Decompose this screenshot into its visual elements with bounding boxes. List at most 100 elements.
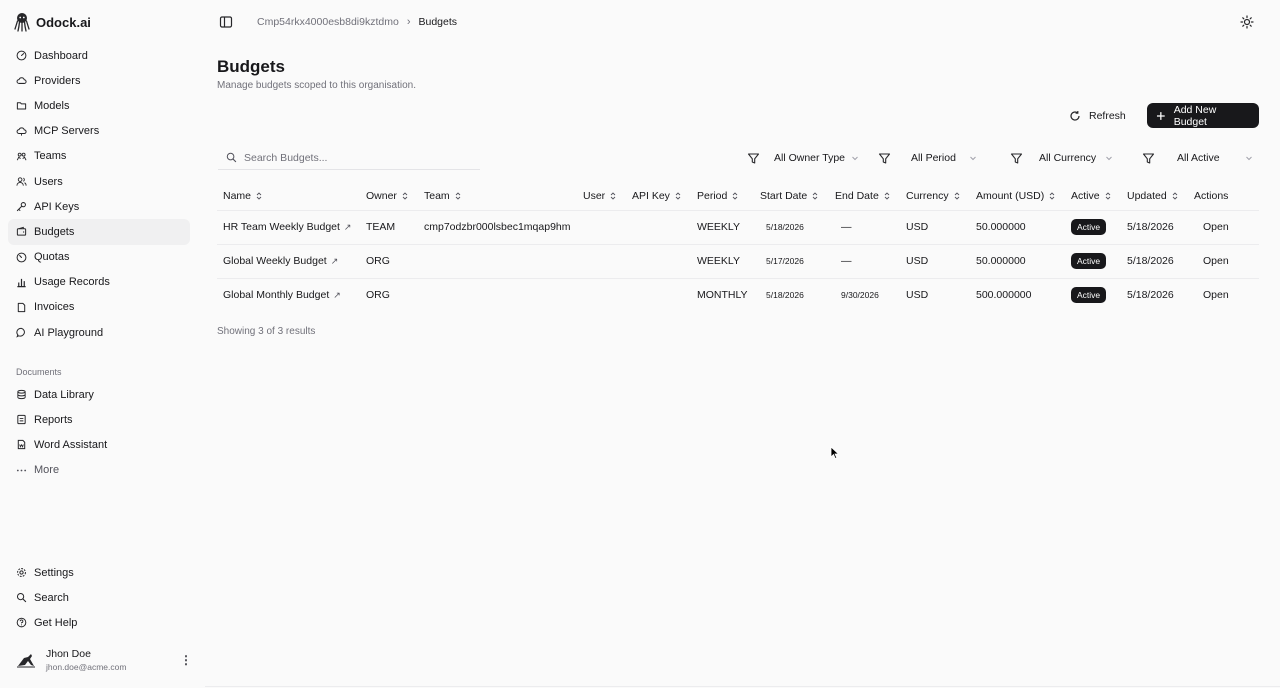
sidebar-item-invoices[interactable]: Invoices <box>8 295 190 320</box>
filter-icon <box>878 152 891 164</box>
filter-icon <box>747 152 760 164</box>
more-vertical-icon[interactable]: ⋮ <box>180 653 192 667</box>
sidebar-item-mcp-servers[interactable]: MCP Servers <box>8 119 190 144</box>
active-filter[interactable]: All Active <box>1142 148 1257 168</box>
refresh-icon <box>1070 110 1080 121</box>
sidebar-item-settings[interactable]: Settings <box>8 560 190 585</box>
sort-icon <box>1172 192 1178 201</box>
column-header-api-key[interactable]: API Key <box>626 183 691 210</box>
currency-value: All Currency <box>1039 152 1097 164</box>
column-header-user[interactable]: User <box>577 183 626 210</box>
column-header-actions: Actions <box>1194 190 1229 203</box>
sidebar-item-label: Invoices <box>34 301 75 314</box>
owner-type-select[interactable]: All Owner Type <box>770 152 863 164</box>
breadcrumb: Cmp54rkx4000esb8di9kztdmo › Budgets <box>257 16 457 28</box>
cell-period: WEEKLY <box>691 244 754 279</box>
mouse-cursor-icon <box>830 446 840 460</box>
cell-team: cmp7odzbr000lsbec1mqap9hm <box>418 210 577 245</box>
sun-icon[interactable] <box>1240 15 1254 29</box>
cell-user <box>577 278 626 312</box>
chevron-down-icon <box>1106 156 1112 161</box>
user-profile[interactable]: Jhon Doe jhon.doe@acme.com ⋮ <box>14 648 192 672</box>
sidebar-toggle-icon[interactable] <box>219 15 233 29</box>
currency-select[interactable]: All Currency <box>1033 152 1117 164</box>
column-header-period[interactable]: Period <box>691 183 754 210</box>
search-input[interactable] <box>244 151 464 164</box>
owner-type-filter[interactable]: All Owner Type <box>747 148 863 168</box>
sort-icon <box>402 192 408 201</box>
column-header-end-date[interactable]: End Date <box>829 183 900 210</box>
cloud-server-icon <box>16 126 27 137</box>
sidebar-item-label: MCP Servers <box>34 125 100 138</box>
footer-nav: Settings Search Get Help <box>8 560 190 636</box>
documents-section-label: Documents <box>16 367 62 377</box>
users-icon <box>16 176 27 187</box>
column-header-start-date[interactable]: Start Date <box>754 183 829 210</box>
column-header-owner[interactable]: Owner <box>360 183 418 210</box>
refresh-button[interactable]: Refresh <box>1060 103 1135 128</box>
filter-icon <box>1142 152 1155 164</box>
cell-name[interactable]: Global Weekly Budget ↗ <box>217 244 360 279</box>
brand-name: Odock.ai <box>36 14 91 30</box>
open-button[interactable]: Open <box>1194 221 1229 233</box>
cell-end-date: 9/30/2026 <box>841 290 879 301</box>
currency-filter[interactable]: All Currency <box>1010 148 1117 168</box>
sidebar-item-reports[interactable]: Reports <box>8 407 190 432</box>
sidebar-item-users[interactable]: Users <box>8 169 190 194</box>
sidebar-item-label: Dashboard <box>34 49 88 62</box>
sidebar-item-usage-records[interactable]: Usage Records <box>8 270 190 295</box>
active-select[interactable]: All Active <box>1165 152 1257 164</box>
topbar: Cmp54rkx4000esb8di9kztdmo › Budgets <box>205 0 1280 44</box>
sort-icon <box>256 192 262 201</box>
column-header-name[interactable]: Name <box>217 183 360 210</box>
sidebar-item-ai-playground[interactable]: AI Playground <box>8 320 190 345</box>
sidebar-item-more[interactable]: More <box>8 458 190 483</box>
sidebar-item-get-help[interactable]: Get Help <box>8 610 190 635</box>
column-header-currency[interactable]: Currency <box>900 183 970 210</box>
owner-type-value: All Owner Type <box>774 152 846 164</box>
open-button[interactable]: Open <box>1194 289 1229 301</box>
open-button[interactable]: Open <box>1194 255 1229 267</box>
column-header-team[interactable]: Team <box>418 183 577 210</box>
key-icon <box>16 201 27 212</box>
chevron-down-icon <box>852 156 858 161</box>
period-filter[interactable]: All Period <box>878 148 981 168</box>
sidebar-item-budgets[interactable]: Budgets <box>8 219 190 245</box>
avatar <box>17 654 35 668</box>
brand[interactable]: Odock.ai <box>14 12 91 32</box>
cell-owner: ORG <box>360 244 418 279</box>
sidebar-item-teams[interactable]: Teams <box>8 144 190 169</box>
breadcrumb-org[interactable]: Cmp54rkx4000esb8di9kztdmo <box>257 16 399 28</box>
sidebar-item-label: Data Library <box>34 388 94 401</box>
add-new-budget-label: Add New Budget <box>1173 103 1217 128</box>
period-select[interactable]: All Period <box>901 152 981 164</box>
cell-amount: 50.000000 <box>970 210 1065 245</box>
add-new-budget-button[interactable]: Add New Budget <box>1147 103 1259 128</box>
sidebar-item-label: API Keys <box>34 200 80 213</box>
filter-icon <box>1010 152 1023 164</box>
column-header-amount[interactable]: Amount (USD) <box>970 183 1065 210</box>
period-value: All Period <box>911 152 956 164</box>
sidebar-item-quotas[interactable]: Quotas <box>8 245 190 270</box>
sidebar-item-api-keys[interactable]: API Keys <box>8 194 190 219</box>
column-header-updated[interactable]: Updated <box>1121 183 1188 210</box>
cell-user <box>577 210 626 245</box>
user-email: jhon.doe@acme.com <box>46 662 127 672</box>
cell-name[interactable]: Global Monthly Budget ↗ <box>217 278 360 312</box>
sidebar-item-models[interactable]: Models <box>8 93 190 118</box>
sidebar-item-data-library[interactable]: Data Library <box>8 382 190 407</box>
gauge-icon <box>16 50 27 61</box>
search-icon <box>226 152 237 163</box>
sidebar-item-word-assistant[interactable]: Word Assistant <box>8 432 190 457</box>
sidebar-item-search[interactable]: Search <box>8 585 190 610</box>
team-icon <box>16 151 27 162</box>
chevron-down-icon <box>1246 156 1252 161</box>
user-info: Jhon Doe jhon.doe@acme.com <box>46 648 172 672</box>
sidebar-item-dashboard[interactable]: Dashboard <box>8 43 190 68</box>
database-icon <box>16 389 27 400</box>
cell-name[interactable]: HR Team Weekly Budget ↗ <box>217 210 360 245</box>
column-header-active[interactable]: Active <box>1065 183 1121 210</box>
cell-owner: ORG <box>366 289 390 302</box>
folder-icon <box>16 100 27 111</box>
sidebar-item-providers[interactable]: Providers <box>8 68 190 93</box>
